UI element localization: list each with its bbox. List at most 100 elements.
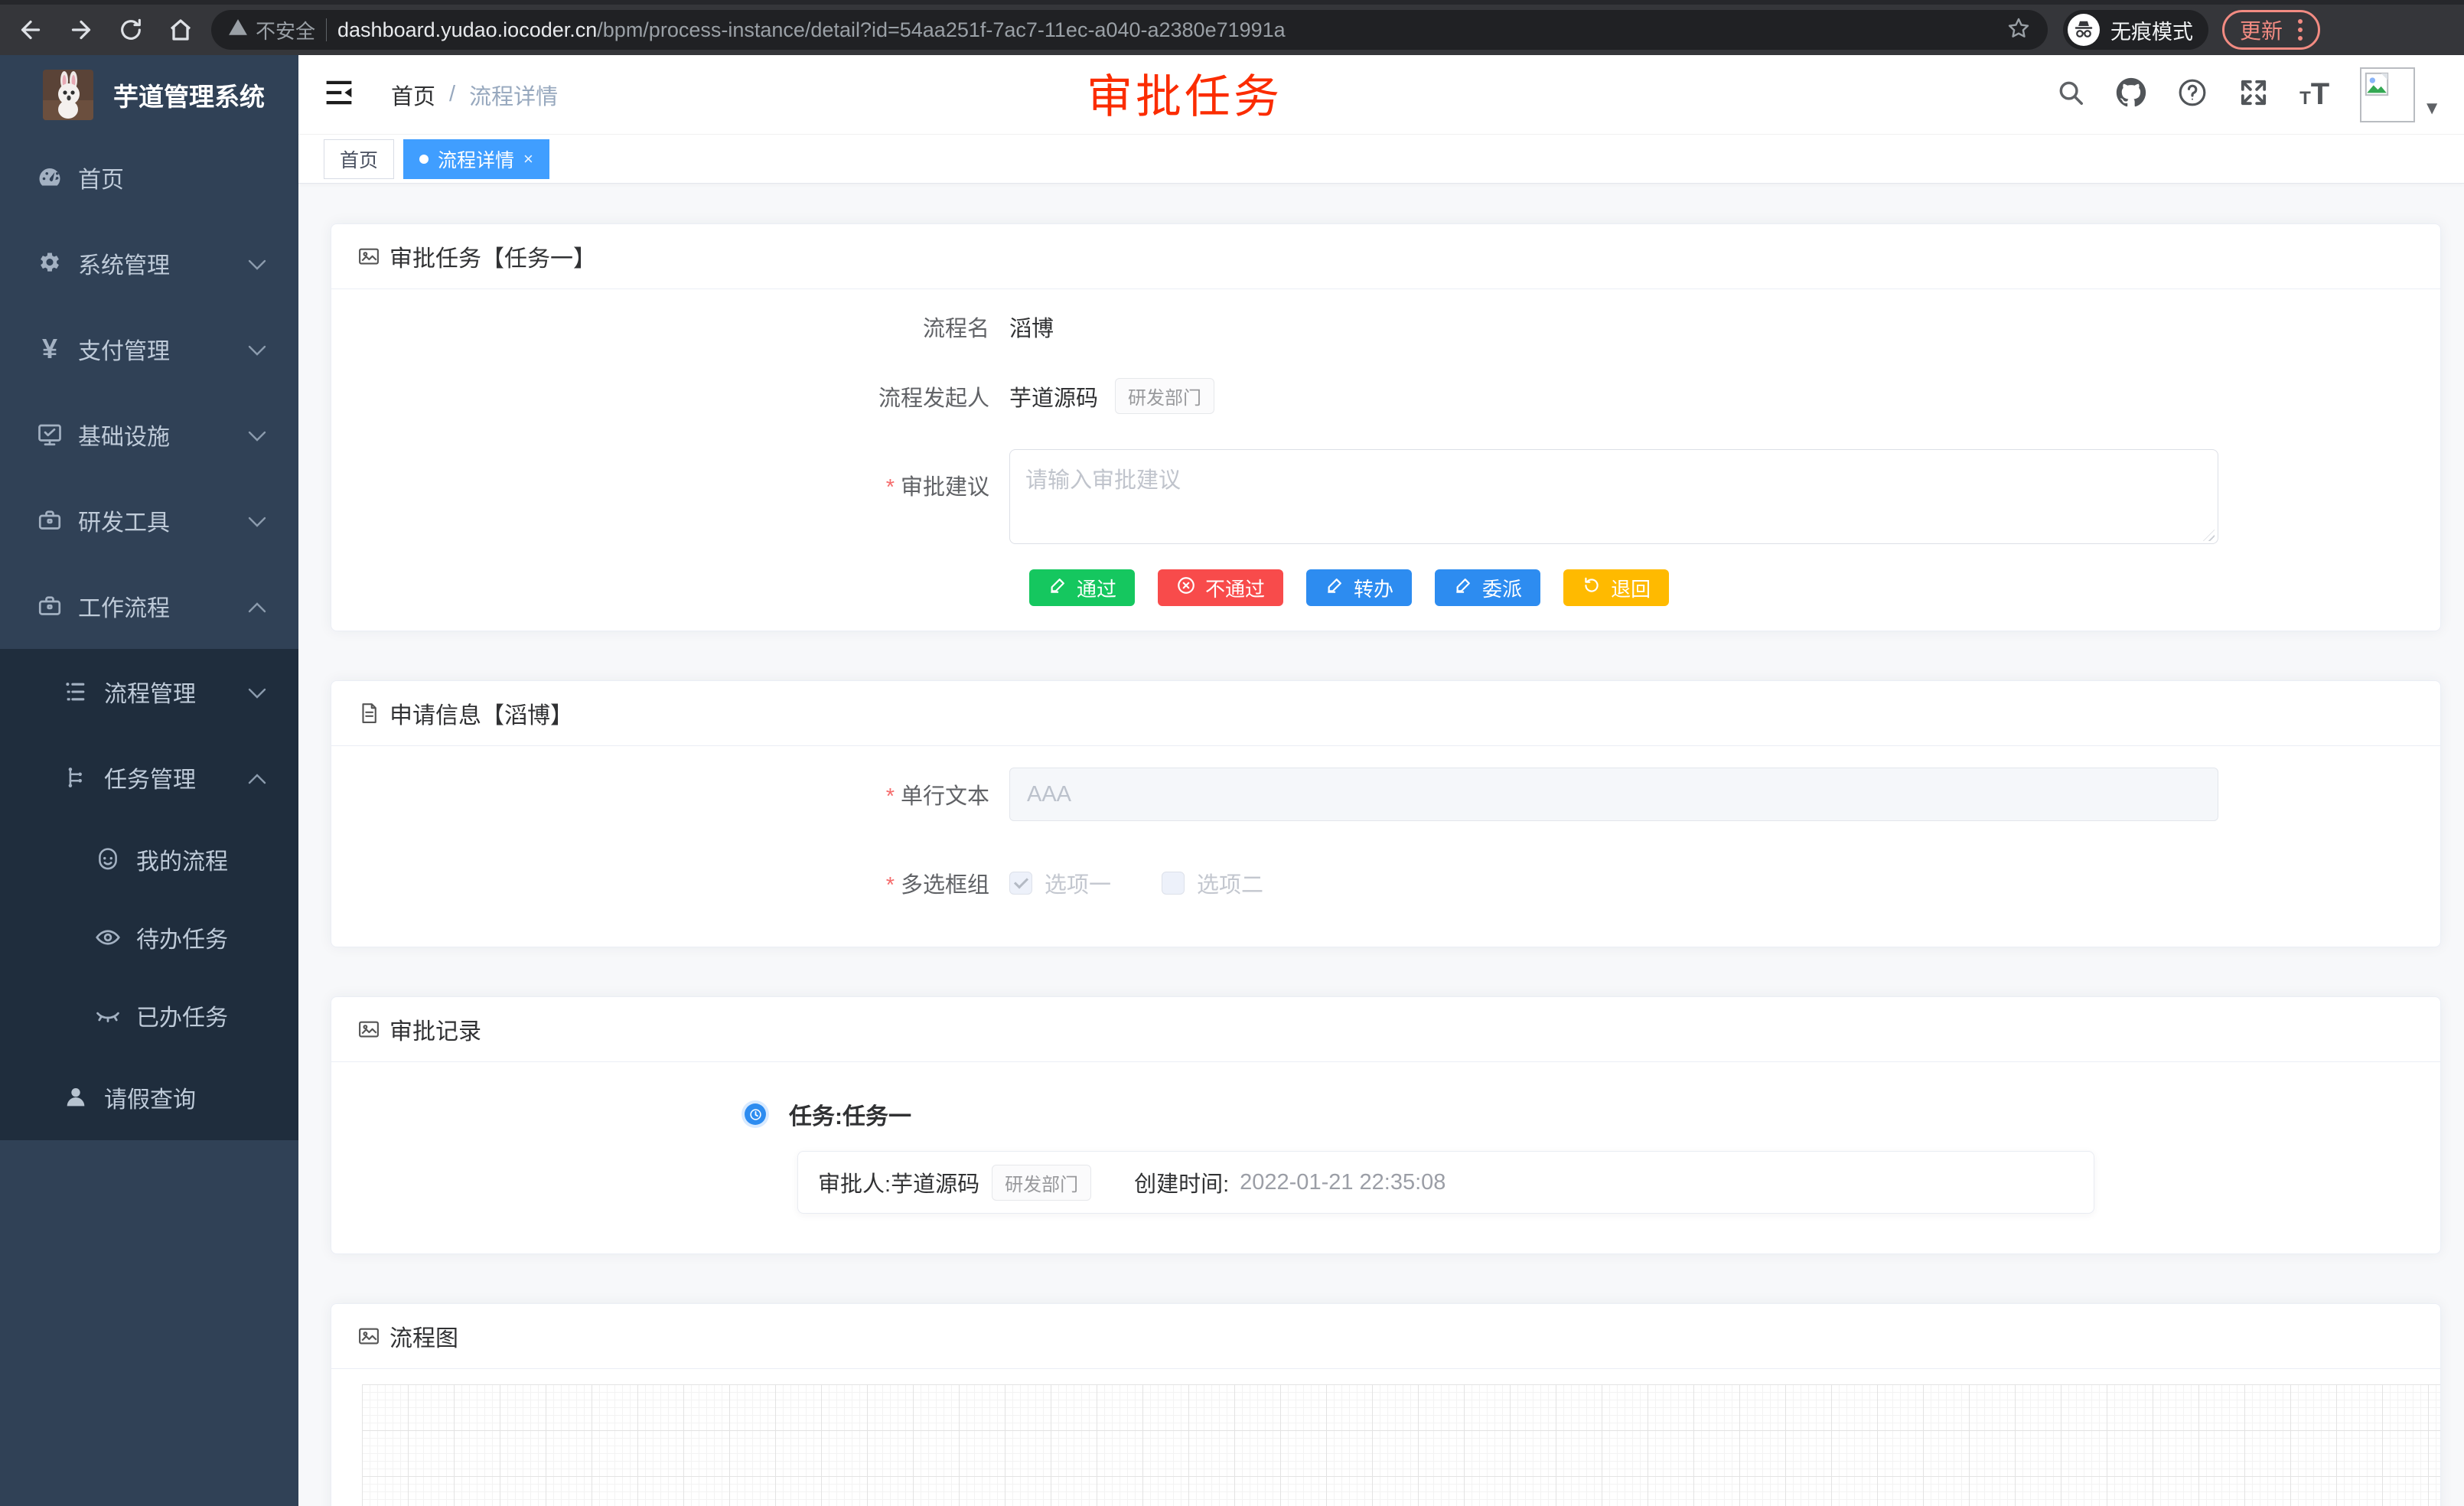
tab-process-detail[interactable]: 流程详情 ×: [403, 139, 549, 179]
checkbox-group-row: 多选框组 选项一 选项二: [359, 856, 2413, 910]
chevron-down-icon: [248, 336, 266, 362]
timeline-item: 任务:任务一: [359, 1097, 2413, 1131]
sidebar-item-label: 系统管理: [78, 246, 170, 280]
field-label-required: 单行文本: [359, 778, 1009, 810]
sidebar-item-done-tasks[interactable]: 已办任务: [0, 976, 298, 1055]
circle-close-icon: [1176, 575, 1196, 601]
picture-icon: [357, 245, 380, 268]
checkbox-group: 选项一 选项二: [1009, 856, 1263, 910]
reload-icon[interactable]: [118, 17, 144, 43]
tree-icon: [58, 764, 93, 790]
fullscreen-icon[interactable]: [2238, 77, 2269, 112]
sidebar-item-todo-tasks[interactable]: 待办任务: [0, 898, 298, 976]
home-icon[interactable]: [167, 16, 194, 44]
reject-button[interactable]: 不通过: [1158, 569, 1283, 606]
bpmn-canvas[interactable]: [362, 1384, 2440, 1506]
monitor-icon: [32, 421, 67, 448]
card-title: 申请信息【滔博】: [389, 696, 573, 730]
update-button[interactable]: 更新: [2222, 10, 2320, 50]
close-icon[interactable]: ×: [523, 149, 533, 169]
incognito-badge: 无痕模式: [2063, 10, 2208, 50]
sidebar-item-label: 我的流程: [136, 843, 228, 876]
sidebar: 芋道管理系统 首页 系统管理 ¥ 支付管理 基础设施: [0, 55, 298, 1506]
sidebar-item-task-mgmt[interactable]: 任务管理: [0, 735, 298, 820]
forward-icon[interactable]: [67, 16, 95, 44]
hamburger-icon[interactable]: [324, 79, 354, 110]
sidebar-item-process-mgmt[interactable]: 流程管理: [0, 649, 298, 735]
dept-tag: 研发部门: [992, 1165, 1091, 1201]
github-icon[interactable]: [2116, 77, 2146, 112]
sidebar-item-home[interactable]: 首页: [0, 135, 298, 220]
picture-icon: [357, 1325, 380, 1348]
transfer-button[interactable]: 转办: [1306, 569, 1412, 606]
approval-actions: 通过 不通过 转办 委: [359, 569, 2413, 606]
app-title: 芋道管理系统: [113, 77, 265, 113]
incognito-label: 无痕模式: [2110, 15, 2193, 45]
process-name-row: 流程名 滔博: [359, 311, 2413, 343]
delegate-button[interactable]: 委派: [1435, 569, 1540, 606]
approve-button[interactable]: 通过: [1029, 569, 1135, 606]
return-button[interactable]: 退回: [1563, 569, 1669, 606]
field-label-required: 审批建议: [359, 449, 1009, 501]
sidebar-item-payment[interactable]: ¥ 支付管理: [0, 306, 298, 392]
suggestion-textarea[interactable]: [1009, 449, 2218, 544]
sidebar-item-my-process[interactable]: 我的流程: [0, 820, 298, 898]
toolbox-icon: [32, 507, 67, 534]
card-header: 审批任务【任务一】: [331, 224, 2440, 289]
breadcrumb-current: 流程详情: [469, 79, 558, 111]
annotation-overlay: 审批任务: [1087, 60, 1283, 126]
edit-icon: [1453, 575, 1473, 601]
button-label: 转办: [1354, 574, 1393, 602]
sidebar-item-label: 研发工具: [78, 504, 170, 537]
field-label-required: 多选框组: [359, 867, 1009, 899]
bookmark-star-icon[interactable]: [2006, 16, 2031, 44]
button-label: 委派: [1482, 574, 1522, 602]
chevron-up-icon: [248, 593, 266, 619]
user-face-icon: [90, 846, 125, 872]
sidebar-item-infrastructure[interactable]: 基础设施: [0, 392, 298, 478]
briefcase-icon: [32, 592, 67, 620]
picture-icon: [357, 1018, 380, 1041]
page-content: 审批任务【任务一】 流程名 滔博 流程发起人 芋道源码 研发部门: [298, 184, 2464, 1506]
sidebar-item-system[interactable]: 系统管理: [0, 220, 298, 306]
card-header: 申请信息【滔博】: [331, 681, 2440, 746]
dept-tag: 研发部门: [1115, 378, 1214, 414]
tab-home[interactable]: 首页: [324, 139, 394, 179]
eye-open-icon: [90, 924, 125, 951]
browser-menu-icon[interactable]: [2298, 19, 2303, 41]
tags-view-bar: 首页 流程详情 ×: [298, 135, 2464, 184]
chevron-up-icon: [248, 764, 266, 790]
sidebar-logo[interactable]: 芋道管理系统: [0, 55, 298, 135]
sidebar-item-dev-tools[interactable]: 研发工具: [0, 478, 298, 563]
screen: 不安全 dashboard.yudao.iocoder.cn/bpm/proce…: [0, 0, 2464, 1506]
button-label: 不通过: [1205, 574, 1265, 602]
url-divider: [326, 18, 327, 41]
url-bar[interactable]: 不安全 dashboard.yudao.iocoder.cn/bpm/proce…: [211, 10, 2048, 50]
eye-closed-icon: [90, 1002, 125, 1029]
initiator-row: 流程发起人 芋道源码 研发部门: [359, 378, 2413, 414]
sidebar-item-label: 流程管理: [104, 675, 196, 709]
help-icon[interactable]: [2177, 77, 2208, 112]
back-icon[interactable]: [17, 16, 44, 44]
avatar[interactable]: [2360, 67, 2415, 122]
avatar-caret-icon[interactable]: ▼: [2423, 98, 2441, 119]
sidebar-item-label: 工作流程: [78, 589, 170, 623]
breadcrumb-home[interactable]: 首页: [391, 79, 435, 111]
font-size-icon[interactable]: TT: [2299, 77, 2329, 112]
sidebar-item-leave-query[interactable]: 请假查询: [0, 1055, 298, 1140]
field-label: 流程发起人: [359, 380, 1009, 412]
checkbox-label: 选项一: [1045, 867, 1111, 899]
sidebar-item-workflow[interactable]: 工作流程: [0, 563, 298, 649]
search-icon[interactable]: [2056, 78, 2085, 111]
dashboard-icon: [32, 164, 67, 191]
approver-label: 审批人:: [818, 1166, 891, 1198]
chevron-down-icon: [248, 507, 266, 533]
card-header: 流程图: [331, 1304, 2440, 1369]
url-text: dashboard.yudao.iocoder.cn/bpm/process-i…: [337, 18, 1286, 42]
card-title: 审批记录: [389, 1012, 481, 1046]
breadcrumb-separator: /: [449, 82, 455, 107]
process-name-value: 滔博: [1009, 311, 1054, 343]
update-label: 更新: [2240, 15, 2283, 45]
sidebar-item-label: 请假查询: [104, 1081, 196, 1114]
text-input: AAA: [1009, 768, 2218, 821]
